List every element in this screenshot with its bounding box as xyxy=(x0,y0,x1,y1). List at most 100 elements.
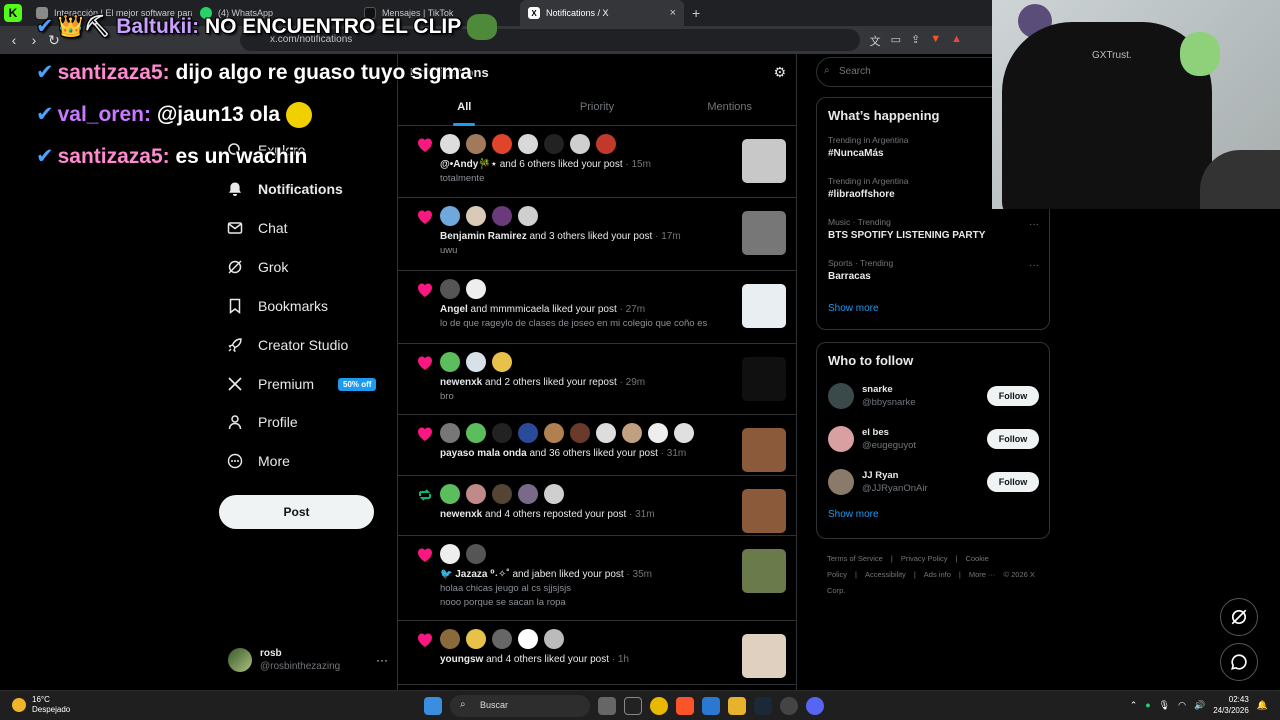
grok-float-button[interactable] xyxy=(1220,598,1258,636)
volume-icon[interactable]: 🔊 xyxy=(1194,700,1205,711)
post-thumbnail[interactable] xyxy=(742,211,786,255)
avatar[interactable] xyxy=(440,352,460,372)
more-icon[interactable]: ··· xyxy=(1029,260,1039,271)
avatar[interactable] xyxy=(544,134,564,154)
notification-actor[interactable]: youngsw xyxy=(440,654,483,665)
task-view-icon[interactable] xyxy=(598,697,616,715)
avatar[interactable] xyxy=(440,206,460,226)
translate-icon[interactable]: 文 xyxy=(870,33,881,49)
avatar[interactable] xyxy=(544,484,564,504)
store-icon[interactable] xyxy=(702,697,720,715)
avatar[interactable] xyxy=(440,544,460,564)
nav-item-more[interactable]: More xyxy=(226,446,290,476)
avatar[interactable] xyxy=(492,484,512,504)
windows-start-icon[interactable] xyxy=(424,697,442,715)
steam-icon[interactable] xyxy=(754,697,772,715)
avatar[interactable] xyxy=(466,279,486,299)
notification-actor[interactable]: @•Andy🎋⋆ xyxy=(440,159,497,170)
footer-link[interactable]: More ··· xyxy=(969,570,996,579)
avatar[interactable] xyxy=(466,423,486,443)
brave-shield-icon[interactable]: ▼ xyxy=(930,33,941,49)
avatar[interactable] xyxy=(674,423,694,443)
nav-item-premium[interactable]: Premium 50% off xyxy=(226,369,377,399)
avatar[interactable] xyxy=(492,629,512,649)
avatar[interactable] xyxy=(648,423,668,443)
file-explorer-icon[interactable] xyxy=(728,697,746,715)
discord-icon[interactable] xyxy=(806,697,824,715)
nav-item-grok[interactable]: Grok xyxy=(226,252,288,282)
follow-suggestion[interactable]: el bes @eugeguyot Follow xyxy=(817,417,1049,460)
avatar[interactable] xyxy=(518,206,538,226)
epic-games-icon[interactable] xyxy=(624,697,642,715)
show-more-link[interactable]: Show more xyxy=(817,503,1049,530)
cast-icon[interactable]: ▭ xyxy=(891,33,901,49)
share-icon[interactable]: ⇪ xyxy=(911,33,920,49)
trend-item[interactable]: Sports · Trending Barracas ··· xyxy=(817,252,1049,293)
notification-actor[interactable]: Angel xyxy=(440,304,468,315)
nav-item-chat[interactable]: Chat xyxy=(226,213,288,243)
post-thumbnail[interactable] xyxy=(742,139,786,183)
account-switcher[interactable]: rosb @rosbinthezazing ··· xyxy=(228,642,388,678)
post-thumbnail[interactable] xyxy=(742,489,786,533)
trend-item[interactable]: Music · Trending BTS SPOTIFY LISTENING P… xyxy=(817,211,1049,252)
post-button[interactable]: Post xyxy=(219,495,374,529)
notification-item[interactable]: Benjamin Ramirez and 3 others liked your… xyxy=(398,198,796,271)
notification-item[interactable]: @•Andy🎋⋆ and 6 others liked your post · … xyxy=(398,126,796,198)
brave-icon[interactable] xyxy=(676,697,694,715)
tab-all[interactable]: All xyxy=(398,94,531,126)
nav-item-profile[interactable]: Profile xyxy=(226,407,298,437)
obs-icon[interactable] xyxy=(780,697,798,715)
avatar[interactable] xyxy=(570,134,590,154)
browser-tab-x-notifications[interactable]: X Notifications / X × xyxy=(520,0,684,26)
notification-bell-icon[interactable]: 🔔 xyxy=(1257,700,1268,711)
taskbar-search[interactable]: ⌕ Buscar xyxy=(450,695,590,717)
avatar[interactable] xyxy=(828,425,854,452)
avatar[interactable] xyxy=(466,206,486,226)
tab-mentions[interactable]: Mentions xyxy=(663,94,796,126)
avatar[interactable] xyxy=(828,382,854,409)
avatar[interactable] xyxy=(466,629,486,649)
avatar[interactable] xyxy=(466,352,486,372)
notification-item[interactable]: 🐦 Jazaza ⁰˖✧˚ and jaben liked your post … xyxy=(398,536,796,621)
clock[interactable]: 02:43 24/3/2026 xyxy=(1213,694,1249,716)
post-thumbnail[interactable] xyxy=(742,634,786,678)
nav-item-creator-studio[interactable]: Creator Studio xyxy=(226,330,348,360)
notification-actor[interactable]: newenxk xyxy=(440,509,482,520)
avatar[interactable] xyxy=(596,134,616,154)
wifi-icon[interactable]: ◠ xyxy=(1178,700,1186,711)
follow-button[interactable]: Follow xyxy=(987,472,1039,492)
footer-link[interactable]: Privacy Policy xyxy=(901,554,948,563)
notification-item[interactable]: youngsw and 4 others liked your post · 1… xyxy=(398,621,796,685)
tab-priority[interactable]: Priority xyxy=(531,94,664,126)
nav-item-bookmarks[interactable]: Bookmarks xyxy=(226,291,328,321)
avatar[interactable] xyxy=(440,629,460,649)
chevron-up-icon[interactable]: ⌃ xyxy=(1130,700,1138,711)
avatar[interactable] xyxy=(440,134,460,154)
avatar[interactable] xyxy=(622,423,642,443)
avatar[interactable] xyxy=(466,484,486,504)
more-icon[interactable]: ··· xyxy=(1029,219,1039,230)
chat-float-button[interactable] xyxy=(1220,643,1258,681)
avatar[interactable] xyxy=(492,206,512,226)
avatar[interactable] xyxy=(570,423,590,443)
chrome-icon[interactable] xyxy=(650,697,668,715)
brave-rewards-icon[interactable]: ▲ xyxy=(951,33,962,49)
avatar[interactable] xyxy=(828,468,854,495)
notification-actor[interactable]: payaso mala onda xyxy=(440,448,527,459)
follow-suggestion[interactable]: JJ Ryan @JJRyanOnAir Follow xyxy=(817,460,1049,503)
notification-item[interactable]: Angel and mmmmicaela liked your post · 2… xyxy=(398,271,796,344)
notification-actor[interactable]: Benjamin Ramirez xyxy=(440,231,527,242)
post-thumbnail[interactable] xyxy=(742,357,786,401)
avatar[interactable] xyxy=(596,423,616,443)
weather-widget[interactable]: 16°C Despejado xyxy=(12,695,70,715)
tab-close-icon[interactable]: × xyxy=(670,7,676,19)
microphone-icon[interactable]: 🎙 xyxy=(1159,700,1170,711)
footer-link[interactable]: Ads info xyxy=(924,570,951,579)
post-thumbnail[interactable] xyxy=(742,428,786,472)
avatar[interactable] xyxy=(518,484,538,504)
post-thumbnail[interactable] xyxy=(742,549,786,593)
notification-item[interactable]: newenxk and 4 others reposted your post … xyxy=(398,476,796,536)
account-more-icon[interactable]: ··· xyxy=(376,653,388,667)
notification-item[interactable]: newenxk and 2 others liked your repost ·… xyxy=(398,344,796,415)
avatar[interactable] xyxy=(492,423,512,443)
